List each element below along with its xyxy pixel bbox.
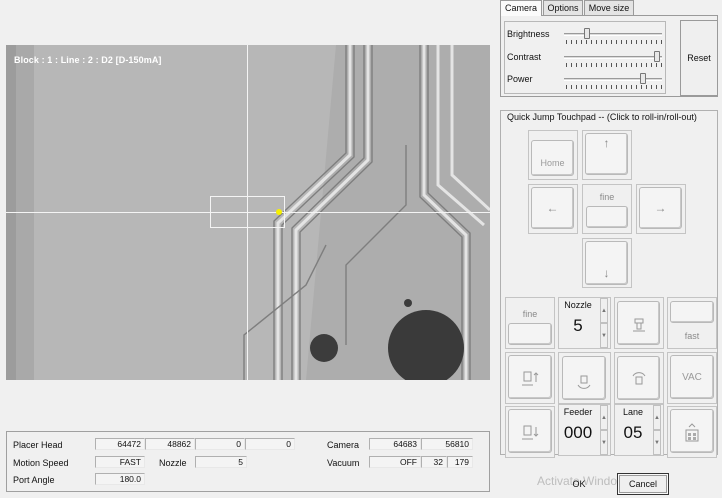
- vacuum-value-1: 32: [421, 456, 447, 468]
- fine-center-label: fine: [599, 192, 615, 202]
- fast-step-button[interactable]: [670, 301, 714, 323]
- tab-options[interactable]: Options: [543, 0, 583, 15]
- status-panel: Placer Head 64472 48862 0 0 Motion Speed…: [6, 431, 490, 492]
- fine-label: fine: [522, 309, 538, 319]
- motion-speed-value: FAST: [95, 456, 145, 468]
- feeder-spin-up[interactable]: ▲: [600, 405, 608, 430]
- power-label: Power: [507, 74, 533, 84]
- fine-step-button[interactable]: [508, 323, 552, 345]
- tab-move-size[interactable]: Move size: [584, 0, 634, 15]
- reset-button[interactable]: Reset: [680, 20, 718, 96]
- nozzle-spin-up[interactable]: ▲: [600, 298, 608, 323]
- head-down-icon: [522, 425, 539, 440]
- camera-view[interactable]: Block : 1 : Line : 2 : D2 [D-150mA]: [6, 45, 490, 380]
- cancel-button[interactable]: Cancel: [617, 473, 669, 495]
- vacuum-state: OFF: [369, 456, 421, 468]
- feeder-label: Feeder: [563, 407, 593, 417]
- camera-overlay-text: Block : 1 : Line : 2 : D2 [D-150mA]: [14, 55, 162, 65]
- head-up-icon: [522, 371, 539, 386]
- power-slider-track[interactable]: [564, 78, 662, 81]
- touchpad-title: Quick Jump Touchpad -- (Click to roll-in…: [507, 112, 697, 122]
- lane-spin-up[interactable]: ▲: [653, 405, 661, 430]
- fast-label: fast: [684, 331, 700, 341]
- brightness-slider-thumb[interactable]: [584, 28, 591, 39]
- brightness-slider-ticks: [566, 40, 662, 44]
- feeder-spin-down[interactable]: ▼: [600, 430, 608, 455]
- nozzle-value[interactable]: 5: [560, 316, 596, 336]
- right-arrow-icon: →: [654, 201, 667, 215]
- rotate-cw-button[interactable]: [617, 356, 660, 400]
- left-arrow-button[interactable]: ←: [531, 187, 574, 229]
- feeder-icon: [685, 422, 699, 442]
- vacuum-value-2: 179: [447, 456, 473, 468]
- head-up-button[interactable]: [508, 355, 552, 399]
- right-arrow-button[interactable]: →: [639, 187, 682, 229]
- up-arrow-icon: ↑: [603, 136, 610, 150]
- head-down-button[interactable]: [508, 409, 552, 453]
- rotate-ccw-button[interactable]: [562, 356, 606, 400]
- contrast-label: Contrast: [507, 52, 542, 62]
- camera-x: 64683: [369, 438, 421, 450]
- contrast-slider-thumb[interactable]: [654, 51, 661, 62]
- fine-center-button[interactable]: [586, 206, 628, 228]
- contrast-slider-track[interactable]: [564, 56, 662, 59]
- home-button[interactable]: Home: [531, 140, 574, 176]
- power-slider-ticks: [566, 85, 662, 89]
- placer-head-x: 64472: [95, 438, 145, 450]
- nozzle-status-label: Nozzle: [159, 458, 187, 468]
- down-arrow-icon: ↓: [603, 266, 610, 280]
- up-arrow-button[interactable]: ↑: [585, 133, 628, 175]
- nozzle-spin-down[interactable]: ▼: [600, 323, 608, 348]
- contrast-slider-ticks: [566, 63, 662, 67]
- port-angle-value: 180.0: [95, 473, 145, 485]
- port-angle-label: Port Angle: [13, 475, 55, 485]
- power-slider-thumb[interactable]: [640, 73, 647, 84]
- camera-status-label: Camera: [327, 440, 360, 450]
- tab-camera[interactable]: Camera: [500, 0, 542, 16]
- lane-value[interactable]: 05: [614, 423, 652, 443]
- nozzle-tool-icon: [632, 318, 645, 332]
- left-arrow-icon: ←: [546, 201, 559, 215]
- motion-speed-label: Motion Speed: [13, 458, 69, 468]
- lane-label: Lane: [622, 407, 644, 417]
- target-dot: [276, 209, 282, 215]
- ok-button[interactable]: OK: [552, 474, 606, 494]
- placer-head-label: Placer Head: [13, 440, 63, 450]
- target-box: [210, 196, 285, 228]
- nozzle-status-value: 5: [195, 456, 247, 468]
- brightness-slider-track[interactable]: [564, 33, 662, 36]
- vacuum-label: Vacuum: [327, 458, 360, 468]
- placer-head-r: 0: [245, 438, 295, 450]
- placer-head-y: 48862: [145, 438, 195, 450]
- camera-y: 56810: [421, 438, 473, 450]
- feeder-value[interactable]: 000: [560, 423, 596, 443]
- lane-spin-down[interactable]: ▼: [653, 430, 661, 455]
- placer-head-z: 0: [195, 438, 245, 450]
- nozzle-label: Nozzle: [564, 300, 592, 310]
- goto-feeder-button[interactable]: [670, 409, 714, 453]
- nozzle-tool-button[interactable]: [617, 301, 660, 345]
- down-arrow-button[interactable]: ↓: [585, 241, 628, 285]
- rotate-cw-icon: [632, 371, 645, 385]
- brightness-label: Brightness: [507, 29, 550, 39]
- vac-button[interactable]: VAC: [670, 355, 714, 399]
- rotate-ccw-icon: [577, 375, 591, 389]
